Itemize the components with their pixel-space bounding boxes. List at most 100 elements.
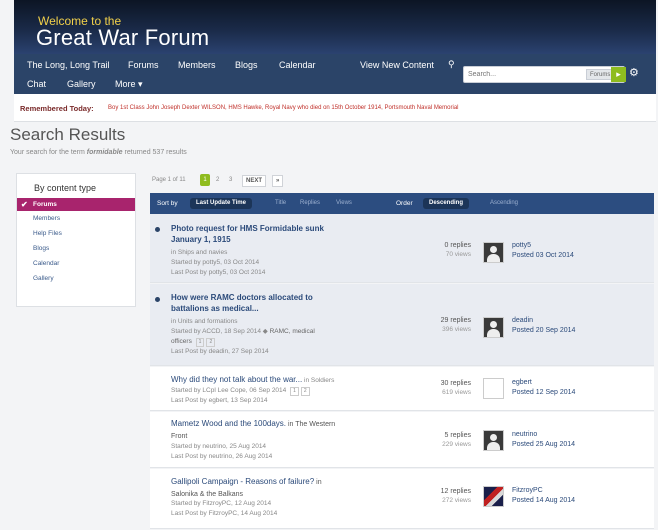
- page-3[interactable]: 3: [229, 174, 232, 186]
- filter-members[interactable]: Members: [17, 212, 135, 225]
- nav-forums[interactable]: Forums: [128, 60, 159, 70]
- poster-name[interactable]: potty5: [512, 241, 531, 250]
- result-title-line[interactable]: January 1, 1915: [171, 235, 231, 244]
- result-started: Started by FitzroyPC, 12 Aug 2014: [171, 500, 272, 507]
- results-list: Photo request for HMS Formidable sunk Jan…: [150, 214, 654, 530]
- poster-name[interactable]: egbert: [512, 378, 532, 387]
- result-title[interactable]: Photo request for HMS Formidable sunk Jan…: [171, 223, 371, 245]
- result-title-line[interactable]: Gallipoli Campaign - Reasons of failure?: [171, 477, 314, 486]
- site-logo-title[interactable]: Great War Forum: [36, 25, 209, 51]
- result-last-post: Last Post by egbert, 13 Sep 2014: [171, 397, 268, 404]
- posted-date: Posted 20 Sep 2014: [512, 327, 576, 334]
- order-ascending[interactable]: Ascending: [490, 193, 518, 214]
- tag-icon: ◆: [262, 328, 268, 335]
- posted-date: Posted 12 Sep 2014: [512, 389, 576, 396]
- remembered-link[interactable]: Boy 1st Class John Joseph Dexter WILSON,…: [108, 105, 458, 111]
- result-row: How were RAMC doctors allocated to battal…: [150, 284, 654, 366]
- result-last-post: Last Post by neutrino, 26 Aug 2014: [171, 453, 273, 460]
- summary-prefix: Your search for the term: [10, 149, 87, 156]
- next-page-button[interactable]: NEXT: [242, 175, 267, 187]
- result-forum[interactable]: Salonika & the Balkans: [171, 491, 243, 498]
- sort-title[interactable]: Title: [275, 193, 286, 214]
- nav-blogs[interactable]: Blogs: [235, 60, 258, 70]
- result-row: Photo request for HMS Formidable sunk Jan…: [150, 214, 654, 283]
- started-text: Started by ACCD, 18 Sep 2014: [171, 328, 261, 335]
- nav-more-dropdown[interactable]: More ▾: [115, 79, 143, 90]
- unread-icon: [155, 227, 160, 232]
- avatar[interactable]: [483, 242, 504, 263]
- result-forum[interactable]: in The Western: [286, 421, 335, 428]
- page-2[interactable]: 2: [216, 174, 219, 186]
- topic-page-1[interactable]: 1: [195, 338, 205, 347]
- tag-link[interactable]: RAMC, medical: [270, 328, 315, 335]
- topic-page-2[interactable]: 2: [300, 387, 310, 396]
- blank-avatar-icon: [484, 379, 503, 398]
- content-type-filter: By content type ✔ Forums Members Help Fil…: [16, 173, 136, 307]
- reply-count: 30 replies: [440, 380, 471, 387]
- result-title-line[interactable]: Mametz Wood and the 100days.: [171, 419, 286, 428]
- order-label: Order: [396, 200, 413, 207]
- result-forum[interactable]: Front: [171, 433, 187, 440]
- search-go-icon[interactable]: ▸: [611, 67, 626, 82]
- result-row: Gallipoli Campaign - Reasons of failure?…: [150, 469, 654, 529]
- result-forum[interactable]: in Units and formations: [171, 317, 237, 326]
- nav-members[interactable]: Members: [178, 60, 216, 70]
- result-forum[interactable]: in Soldiers: [302, 377, 334, 384]
- avatar[interactable]: [483, 317, 504, 338]
- result-title[interactable]: Gallipoli Campaign - Reasons of failure?…: [171, 476, 376, 500]
- search-box: Forums ▸: [463, 66, 626, 83]
- topic-page-2[interactable]: 2: [206, 338, 216, 347]
- poster-name[interactable]: deadin: [512, 316, 533, 325]
- result-started: Started by ACCD, 18 Sep 2014 ◆ RAMC, med…: [171, 327, 315, 336]
- sort-replies[interactable]: Replies: [300, 193, 320, 214]
- poster-name[interactable]: neutrino: [512, 430, 537, 439]
- filter-calendar[interactable]: Calendar: [17, 257, 135, 270]
- avatar[interactable]: [483, 486, 504, 507]
- result-stats: 30 replies 619 views: [426, 379, 471, 397]
- posted-date: Posted 03 Oct 2014: [512, 252, 574, 259]
- gear-icon[interactable]: ⚙: [629, 66, 639, 79]
- search-term: formidable: [86, 149, 123, 156]
- result-title-line[interactable]: battalions as medical...: [171, 304, 259, 313]
- avatar[interactable]: [483, 378, 504, 399]
- nav-calendar[interactable]: Calendar: [279, 60, 316, 70]
- check-icon: ✔: [21, 200, 28, 209]
- page: Welcome to the Great War Forum The Long,…: [0, 0, 658, 530]
- result-forum[interactable]: in: [314, 479, 321, 486]
- sort-views[interactable]: Views: [336, 193, 352, 214]
- posted-date: Posted 25 Aug 2014: [512, 441, 576, 448]
- result-stats: 5 replies 229 views: [426, 431, 471, 449]
- search-input[interactable]: [464, 67, 584, 82]
- page-1: 1: [200, 174, 210, 186]
- topic-page-1[interactable]: 1: [290, 387, 299, 396]
- nav-chat[interactable]: Chat: [27, 79, 46, 89]
- view-count: 396 views: [442, 326, 471, 333]
- sort-bar: Sort by Last Update Time Title Replies V…: [150, 193, 654, 214]
- location-pin-icon[interactable]: ⚲: [448, 59, 455, 70]
- result-row: Why did they not talk about the war... i…: [150, 367, 654, 411]
- result-title-line[interactable]: How were RAMC doctors allocated to: [171, 293, 313, 302]
- result-title[interactable]: Why did they not talk about the war... i…: [171, 374, 401, 386]
- site-banner[interactable]: Welcome to the Great War Forum: [14, 0, 656, 54]
- user-silhouette-icon: [484, 318, 503, 337]
- nav-long-long-trail[interactable]: The Long, Long Trail: [27, 60, 110, 70]
- sort-last-update[interactable]: Last Update Time: [190, 198, 252, 209]
- avatar[interactable]: [483, 430, 504, 451]
- tag-link[interactable]: officers: [171, 338, 192, 345]
- result-title-line[interactable]: Photo request for HMS Formidable sunk: [171, 224, 324, 233]
- filter-label: Forums: [33, 201, 57, 208]
- last-page-button[interactable]: »: [272, 175, 284, 187]
- poster-name[interactable]: FitzroyPC: [512, 486, 543, 495]
- reply-count: 5 replies: [444, 432, 471, 439]
- filter-help-files[interactable]: Help Files: [17, 227, 135, 240]
- result-title[interactable]: How were RAMC doctors allocated to battal…: [171, 292, 371, 314]
- nav-view-new-content[interactable]: View New Content: [360, 60, 434, 70]
- filter-forums[interactable]: ✔ Forums: [17, 198, 135, 211]
- order-descending[interactable]: Descending: [423, 198, 470, 209]
- result-title[interactable]: Mametz Wood and the 100days. in The West…: [171, 418, 376, 442]
- nav-gallery[interactable]: Gallery: [67, 79, 96, 89]
- result-title-line[interactable]: Why did they not talk about the war...: [171, 375, 302, 384]
- filter-blogs[interactable]: Blogs: [17, 242, 135, 255]
- result-forum[interactable]: in Ships and navies: [171, 248, 227, 257]
- filter-gallery[interactable]: Gallery: [17, 272, 135, 285]
